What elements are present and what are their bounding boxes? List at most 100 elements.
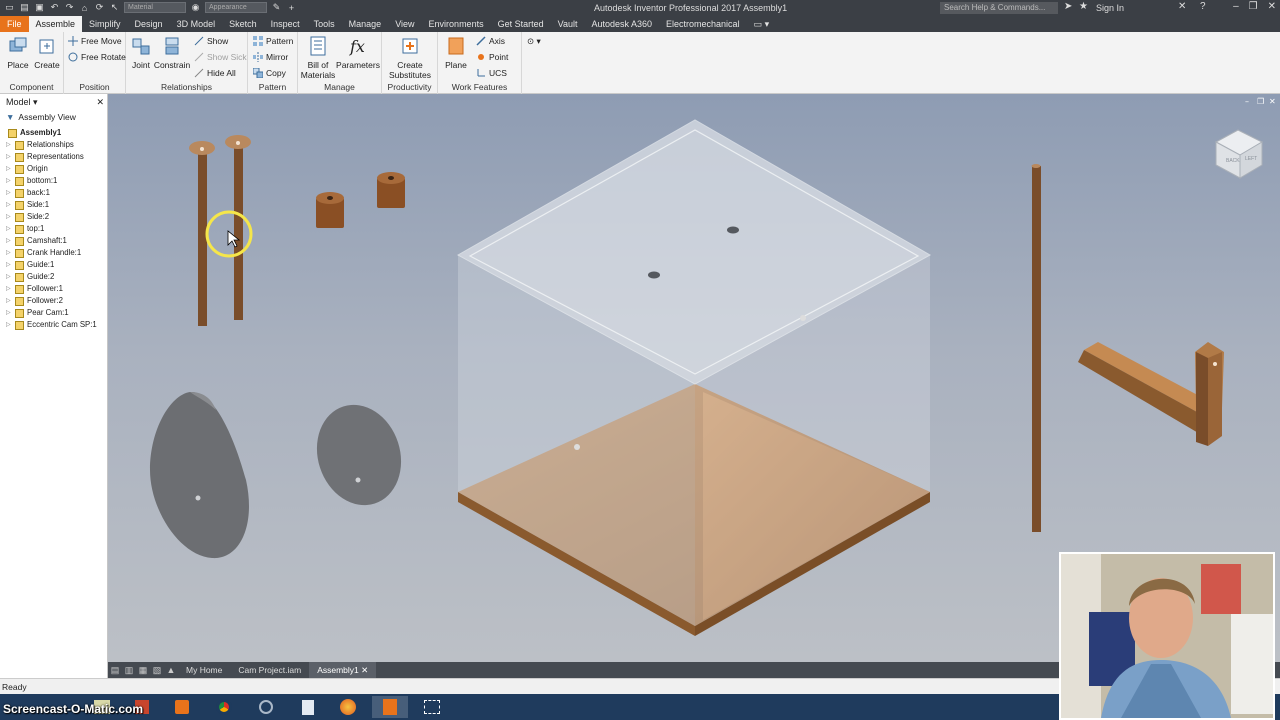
productivity-group-label[interactable]: Productivity xyxy=(382,82,437,92)
doc-tab[interactable]: Cam Project.iam xyxy=(230,662,309,678)
free-move-button[interactable]: Free Move xyxy=(68,36,122,46)
tab-environments[interactable]: Environments xyxy=(422,16,491,32)
tree-item[interactable]: ▷ Origin xyxy=(0,163,107,175)
crank-handle[interactable] xyxy=(1078,342,1224,446)
tab-assemble[interactable]: Assemble xyxy=(28,16,83,32)
add-icon[interactable]: + xyxy=(286,2,297,13)
camshaft[interactable] xyxy=(1031,164,1042,532)
create-button[interactable]: Create xyxy=(34,35,60,70)
save-icon[interactable]: ▣ xyxy=(34,2,45,13)
cascade-icon[interactable]: ▦ xyxy=(136,662,150,678)
pattern-button[interactable]: Pattern xyxy=(253,36,293,46)
doc-tab[interactable]: My Home xyxy=(178,662,230,678)
restore-icon[interactable]: ❐ xyxy=(1249,1,1258,12)
expand-arrow-icon[interactable]: ▷ xyxy=(6,163,12,175)
place-button[interactable]: Place xyxy=(6,35,30,70)
tree-item[interactable]: ▷ Pear Cam:1 xyxy=(0,307,107,319)
minimize-icon[interactable]: – xyxy=(1233,1,1239,12)
appearance-icon[interactable]: ◉ xyxy=(190,2,201,13)
expand-arrow-icon[interactable]: ▷ xyxy=(6,247,12,259)
tree-item[interactable]: ▷ Relationships xyxy=(0,139,107,151)
tab-electromechanical[interactable]: Electromechanical xyxy=(659,16,747,32)
tree-item[interactable]: ▷ bottom:1 xyxy=(0,175,107,187)
tab-vault[interactable]: Vault xyxy=(551,16,585,32)
expand-arrow-icon[interactable]: ▷ xyxy=(6,139,12,151)
appearance-select[interactable]: Appearance xyxy=(205,2,267,13)
doc-tab[interactable]: Assembly1 ✕ xyxy=(309,662,377,678)
guide-2[interactable] xyxy=(377,172,405,208)
new-icon[interactable]: ▭ xyxy=(4,2,15,13)
expand-arrow-icon[interactable]: ▷ xyxy=(6,307,12,319)
taskbar-media-player-icon[interactable] xyxy=(164,696,200,718)
close-doc-icon[interactable]: ✕ xyxy=(359,665,368,675)
viewport-close-icon[interactable]: ✕ xyxy=(1269,97,1276,106)
pear-cam[interactable] xyxy=(150,391,249,559)
expand-arrow-icon[interactable]: ▷ xyxy=(6,259,12,271)
update-icon[interactable]: ⟳ xyxy=(94,2,105,13)
free-rotate-button[interactable]: Free Rotate xyxy=(68,52,126,62)
taskbar-firefox-icon[interactable] xyxy=(330,696,366,718)
search-help-input[interactable]: Search Help & Commands... xyxy=(940,2,1058,14)
favorites-icon[interactable]: ★ xyxy=(1079,1,1088,12)
tab-get-started[interactable]: Get Started xyxy=(491,16,551,32)
ribbon-options-button[interactable]: ⊙ ▾ xyxy=(527,36,541,47)
show-button[interactable]: Show xyxy=(194,36,228,46)
tab-autodesk-a360[interactable]: Autodesk A360 xyxy=(584,16,659,32)
plane-button[interactable]: Plane xyxy=(442,35,470,70)
expand-arrow-icon[interactable]: ▷ xyxy=(6,151,12,163)
tab-inspect[interactable]: Inspect xyxy=(264,16,307,32)
position-group-label[interactable]: Position xyxy=(64,82,125,92)
point-button[interactable]: Point xyxy=(476,52,508,62)
open-icon[interactable]: ▤ xyxy=(19,2,30,13)
tree-item[interactable]: ▷ Representations xyxy=(0,151,107,163)
taskbar-file-icon[interactable] xyxy=(290,696,326,718)
undo-icon[interactable]: ↶ xyxy=(49,2,60,13)
expand-arrow-icon[interactable]: ▷ xyxy=(6,199,12,211)
follower-1[interactable] xyxy=(189,141,215,326)
tab-manage[interactable]: Manage xyxy=(342,16,389,32)
assembly-view-selector[interactable]: ▼ Assembly View xyxy=(0,110,107,124)
tree-item[interactable]: ▷ Follower:2 xyxy=(0,295,107,307)
tile-vertical-icon[interactable]: ▥ xyxy=(122,662,136,678)
exchange-icon[interactable]: ✕ xyxy=(1178,1,1186,12)
viewcube[interactable]: BACK LEFT xyxy=(1214,129,1264,179)
redo-icon[interactable]: ↷ xyxy=(64,2,75,13)
tree-item[interactable]: ▷ Follower:1 xyxy=(0,283,107,295)
model-browser-header[interactable]: Model ▾ ✕ xyxy=(0,94,107,110)
expand-arrow-icon[interactable]: ▷ xyxy=(6,223,12,235)
sign-in-link[interactable]: Sign In xyxy=(1096,3,1124,13)
tree-item[interactable]: ▷ top:1 xyxy=(0,223,107,235)
bill-of-materials-button[interactable]: Bill of Materials xyxy=(300,35,336,80)
tab-3d-model[interactable]: 3D Model xyxy=(170,16,223,32)
expand-arrow-icon[interactable]: ▷ xyxy=(6,319,12,331)
tree-item[interactable]: ▷ Guide:2 xyxy=(0,271,107,283)
tab-view[interactable]: View xyxy=(388,16,421,32)
manage-group-label[interactable]: Manage xyxy=(298,82,381,92)
tree-item[interactable]: ▷ Guide:1 xyxy=(0,259,107,271)
tab-sketch[interactable]: Sketch xyxy=(222,16,264,32)
taskbar-inventor-icon[interactable] xyxy=(372,696,408,718)
home-tab-icon[interactable]: ▲ xyxy=(164,662,178,678)
copy-button[interactable]: Copy xyxy=(253,68,286,78)
expand-arrow-icon[interactable]: ▷ xyxy=(6,211,12,223)
tile-horizontal-icon[interactable]: ▤ xyxy=(108,662,122,678)
tab-overflow-icon[interactable]: ▭ ▾ xyxy=(747,16,777,32)
joint-button[interactable]: Joint xyxy=(128,35,154,70)
expand-arrow-icon[interactable]: ▷ xyxy=(6,235,12,247)
pattern-group-label[interactable]: Pattern xyxy=(248,82,297,92)
parameters-button[interactable]: fx Parameters xyxy=(336,35,380,70)
expand-arrow-icon[interactable]: ▷ xyxy=(6,187,12,199)
expand-arrow-icon[interactable]: ▷ xyxy=(6,271,12,283)
tree-item[interactable]: ▷ Crank Handle:1 xyxy=(0,247,107,259)
hide-all-button[interactable]: Hide All xyxy=(194,68,236,78)
tab-file[interactable]: File xyxy=(0,16,29,32)
close-icon[interactable]: ✕ xyxy=(1268,1,1276,12)
show-sick-button[interactable]: Show Sick xyxy=(194,52,247,62)
create-substitutes-button[interactable]: Create Substitutes xyxy=(386,35,434,80)
tree-root-assembly[interactable]: Assembly1 xyxy=(0,127,107,139)
taskbar-chrome-icon[interactable] xyxy=(206,696,242,718)
arrange-icon[interactable]: ▧ xyxy=(150,662,164,678)
expand-arrow-icon[interactable]: ▷ xyxy=(6,175,12,187)
home-icon[interactable]: ⌂ xyxy=(79,2,90,13)
expand-arrow-icon[interactable]: ▷ xyxy=(6,283,12,295)
